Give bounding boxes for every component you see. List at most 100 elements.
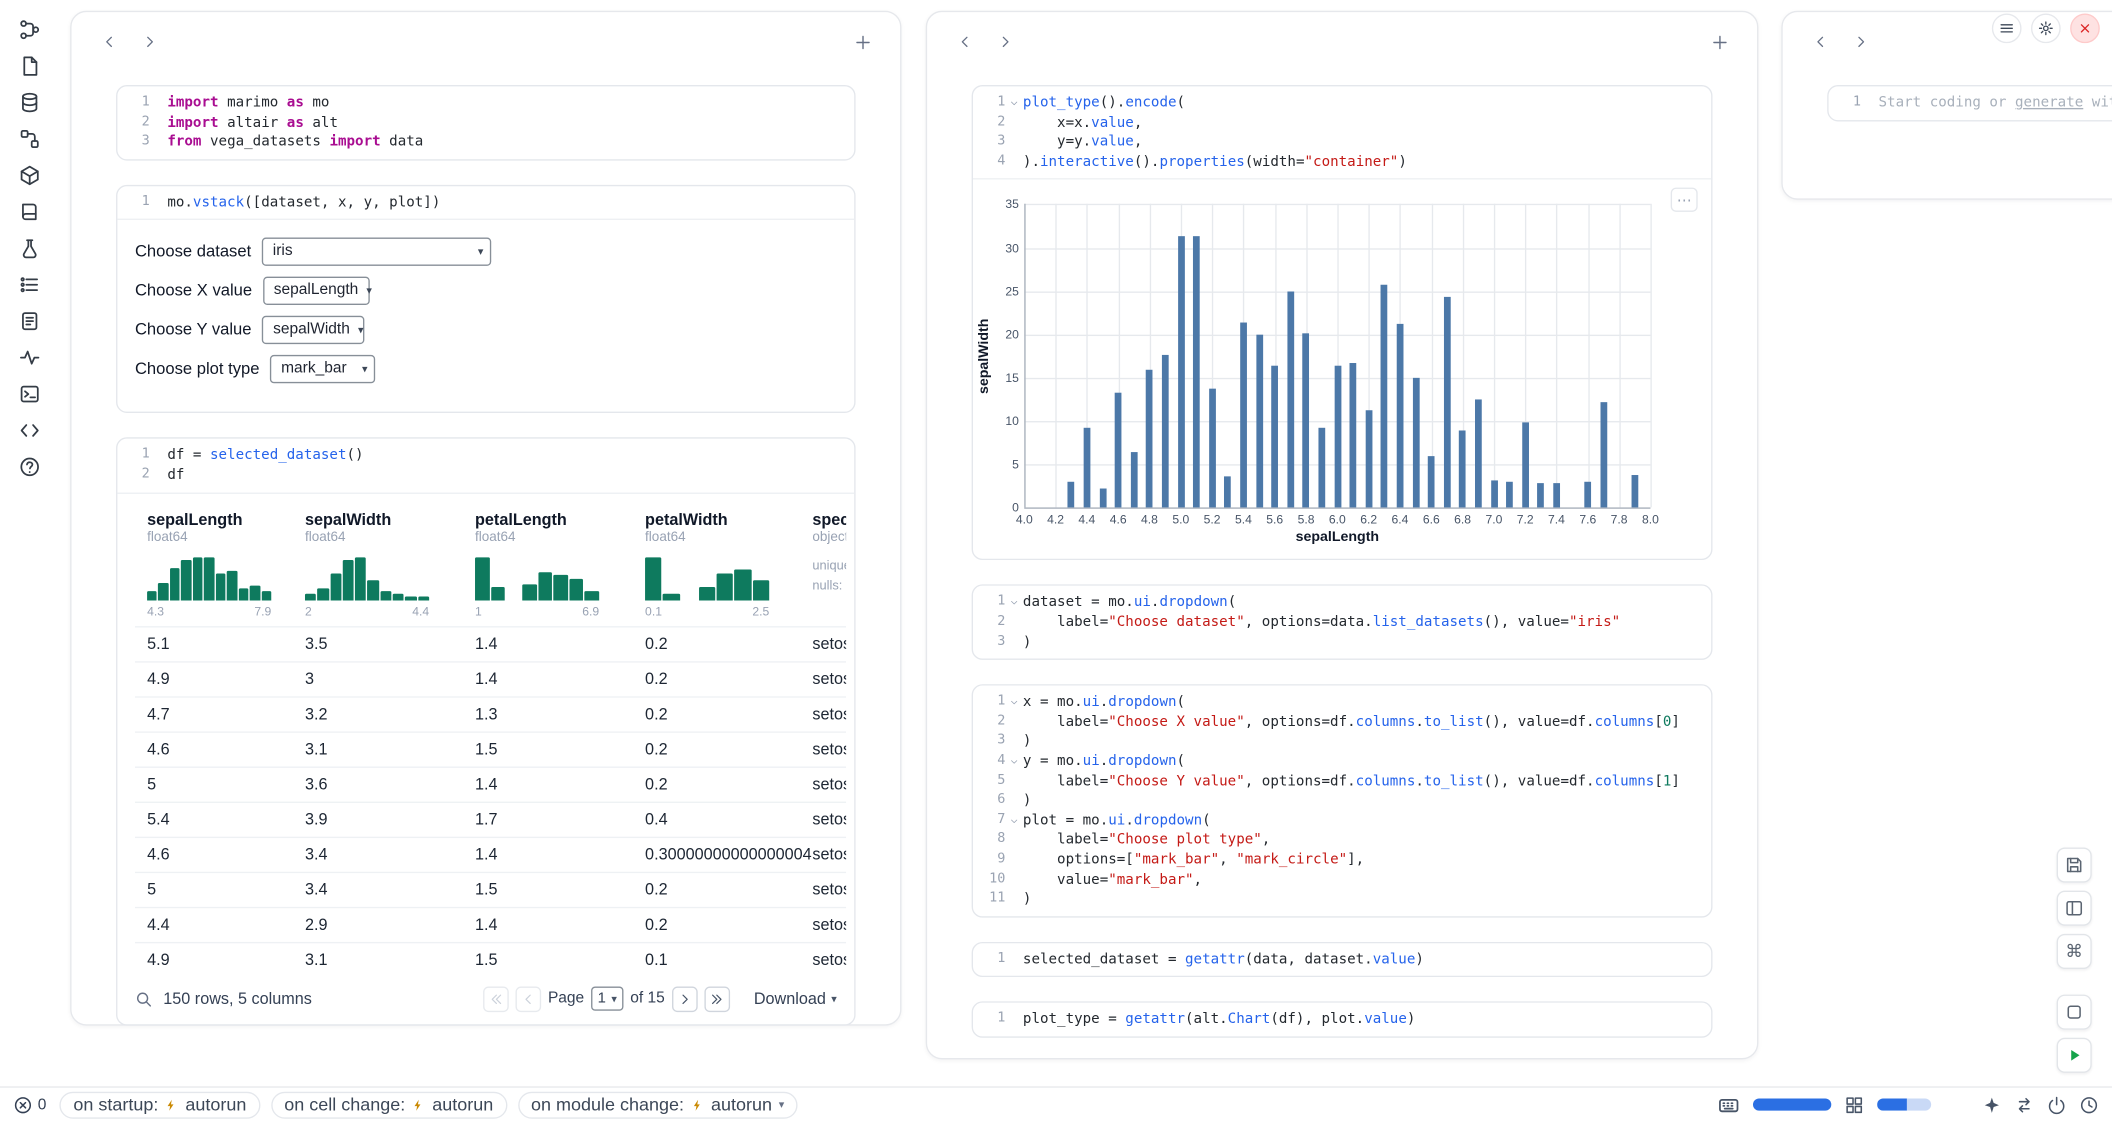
autorun-chip[interactable]: on cell change:autorun: [271, 1091, 507, 1118]
code-line[interactable]: 1import marimo as mo: [117, 93, 843, 113]
sidebar-files-button[interactable]: [12, 54, 47, 78]
table-row[interactable]: 4.73.21.30.2setosa: [135, 696, 846, 731]
sidebar-code-button[interactable]: [12, 418, 47, 442]
errors-indicator[interactable]: 0: [13, 1095, 46, 1114]
code-line[interactable]: 4y = mo.ui.dropdown(: [973, 752, 1700, 772]
page-select[interactable]: 1▾: [591, 987, 624, 1011]
code-line[interactable]: 4).interactive().properties(width="conta…: [973, 152, 1700, 172]
chart-bar[interactable]: [1537, 483, 1544, 508]
sidebar-dependencies-button[interactable]: [12, 18, 47, 42]
code-line[interactable]: 2import altair as alt: [117, 113, 843, 133]
code-line[interactable]: 11): [973, 889, 1700, 909]
code-editor[interactable]: 1x = mo.ui.dropdown(2 label="Choose X va…: [973, 686, 1711, 916]
sidebar-outline-button[interactable]: [12, 273, 47, 297]
next-page-button[interactable]: [672, 986, 698, 1012]
chart-bar[interactable]: [1303, 333, 1310, 508]
column-header[interactable]: speciesobjectunique:nulls:: [800, 499, 846, 626]
table-row[interactable]: 53.41.50.2setosa: [135, 871, 846, 906]
sidebar-datasources-button[interactable]: [12, 90, 47, 114]
fold-chevron-icon[interactable]: [1005, 693, 1023, 713]
chart-bar[interactable]: [1428, 457, 1435, 508]
fold-chevron-icon[interactable]: [1005, 752, 1023, 772]
chart-bar[interactable]: [1522, 423, 1529, 508]
download-button[interactable]: Download▾: [754, 989, 837, 1008]
code-line[interactable]: 1dataset = mo.ui.dropdown(: [973, 593, 1700, 613]
column-header[interactable]: sepalWidthfloat6424.4: [293, 499, 463, 626]
sidebar-terminal-button[interactable]: [12, 382, 47, 406]
column-header[interactable]: petalWidthfloat640.12.5: [633, 499, 800, 626]
chart-bar[interactable]: [1459, 430, 1466, 508]
sidebar-variables-button[interactable]: [12, 127, 47, 151]
expand-column-button[interactable]: [134, 26, 166, 58]
chart-bar[interactable]: [1271, 366, 1278, 508]
chart-bar[interactable]: [1491, 480, 1498, 508]
code-line[interactable]: 2 x=x.value,: [973, 113, 1700, 133]
table-row[interactable]: 53.61.40.2setosa: [135, 766, 846, 801]
history-icon[interactable]: [2080, 1095, 2099, 1114]
last-page-button[interactable]: [704, 986, 730, 1012]
chart-bar[interactable]: [1397, 324, 1404, 508]
chart-bar[interactable]: [1240, 323, 1247, 508]
code-line[interactable]: 3): [973, 732, 1700, 752]
code-editor[interactable]: 1plot_type().encode(2 x=x.value,3 y=y.va…: [973, 86, 1711, 178]
settings-button[interactable]: [2031, 13, 2061, 43]
run-all-button[interactable]: [2057, 1038, 2092, 1073]
code-line[interactable]: 3from vega_datasets import data: [117, 133, 843, 153]
code-editor[interactable]: 1plot_type = getattr(alt.Chart(df), plot…: [973, 1003, 1711, 1036]
dropdown-select-3[interactable]: mark_bar▾: [270, 355, 375, 383]
chart-bar[interactable]: [1068, 482, 1075, 508]
code-editor[interactable]: 1dataset = mo.ui.dropdown(2 label="Choos…: [973, 586, 1711, 659]
chart-bar[interactable]: [1334, 366, 1341, 508]
dropdown-select-0[interactable]: iris▾: [262, 237, 491, 265]
code-line[interactable]: 8 label="Choose plot type",: [973, 830, 1700, 850]
column-header[interactable]: petalLengthfloat6416.9: [463, 499, 633, 626]
fold-chevron-icon[interactable]: [1005, 593, 1023, 613]
shutdown-button[interactable]: [2070, 13, 2100, 43]
code-line[interactable]: 2 label="Choose dataset", options=data.l…: [973, 613, 1700, 633]
grid-icon[interactable]: [1845, 1095, 1864, 1114]
code-line[interactable]: 1plot_type().encode(: [973, 93, 1700, 113]
fold-chevron-icon[interactable]: [1005, 93, 1023, 113]
chart-bar[interactable]: [1177, 236, 1184, 508]
table-row[interactable]: 5.43.91.70.4setosa: [135, 801, 846, 836]
chart-bar[interactable]: [1584, 482, 1591, 508]
chart-bar[interactable]: [1162, 354, 1169, 508]
chart-bar[interactable]: [1115, 393, 1122, 508]
chart-bar[interactable]: [1224, 476, 1231, 508]
sidebar-documentation-button[interactable]: [12, 200, 47, 224]
save-button[interactable]: [2057, 847, 2092, 882]
autorun-chip[interactable]: on module change:autorun▾: [518, 1091, 798, 1118]
chart-bar[interactable]: [1506, 482, 1513, 508]
code-editor[interactable]: 1selected_dataset = getattr(data, datase…: [973, 943, 1711, 976]
code-line[interactable]: 2df: [117, 466, 843, 486]
collapse-column-button[interactable]: [949, 26, 981, 58]
sidebar-help-button[interactable]: [12, 455, 47, 479]
collapse-column-button[interactable]: [1804, 26, 1836, 58]
chart-bar[interactable]: [1444, 296, 1451, 508]
chart-bar[interactable]: [1553, 484, 1560, 508]
code-line[interactable]: 7plot = mo.ui.dropdown(: [973, 811, 1700, 831]
fold-chevron-icon[interactable]: [1005, 811, 1023, 831]
chart-bar[interactable]: [1146, 370, 1153, 508]
layout-button[interactable]: [2057, 891, 2092, 926]
code-line[interactable]: 2 label="Choose X value", options=df.col…: [973, 712, 1700, 732]
code-line[interactable]: 1plot_type = getattr(alt.Chart(df), plot…: [973, 1010, 1700, 1030]
code-editor[interactable]: 1mo.vstack([dataset, x, y, plot]): [117, 186, 854, 219]
command-palette-button[interactable]: ⌘: [2057, 934, 2092, 969]
chart-bar[interactable]: [1412, 378, 1419, 508]
table-row[interactable]: 4.931.40.2setosa: [135, 661, 846, 696]
autorun-chip[interactable]: on startup:autorun: [60, 1091, 260, 1118]
ai-sparkle-icon[interactable]: [1982, 1095, 2001, 1114]
code-line[interactable]: 1selected_dataset = getattr(data, datase…: [973, 950, 1700, 970]
code-line[interactable]: 5 label="Choose Y value", options=df.col…: [973, 771, 1700, 791]
sidebar-scratchpad-button[interactable]: [12, 236, 47, 260]
power-icon[interactable]: [2047, 1095, 2066, 1114]
code-editor[interactable]: 1import marimo as mo2import altair as al…: [117, 86, 854, 159]
keyboard-icon[interactable]: [1718, 1094, 1740, 1116]
chart-bar[interactable]: [1209, 389, 1216, 508]
chart-menu-button[interactable]: ⋯: [1671, 188, 1698, 212]
scratchpad-button[interactable]: [2057, 995, 2092, 1030]
first-page-button[interactable]: [483, 986, 509, 1012]
code-line[interactable]: 6): [973, 791, 1700, 811]
table-row[interactable]: 4.93.11.50.1setosa: [135, 941, 846, 976]
